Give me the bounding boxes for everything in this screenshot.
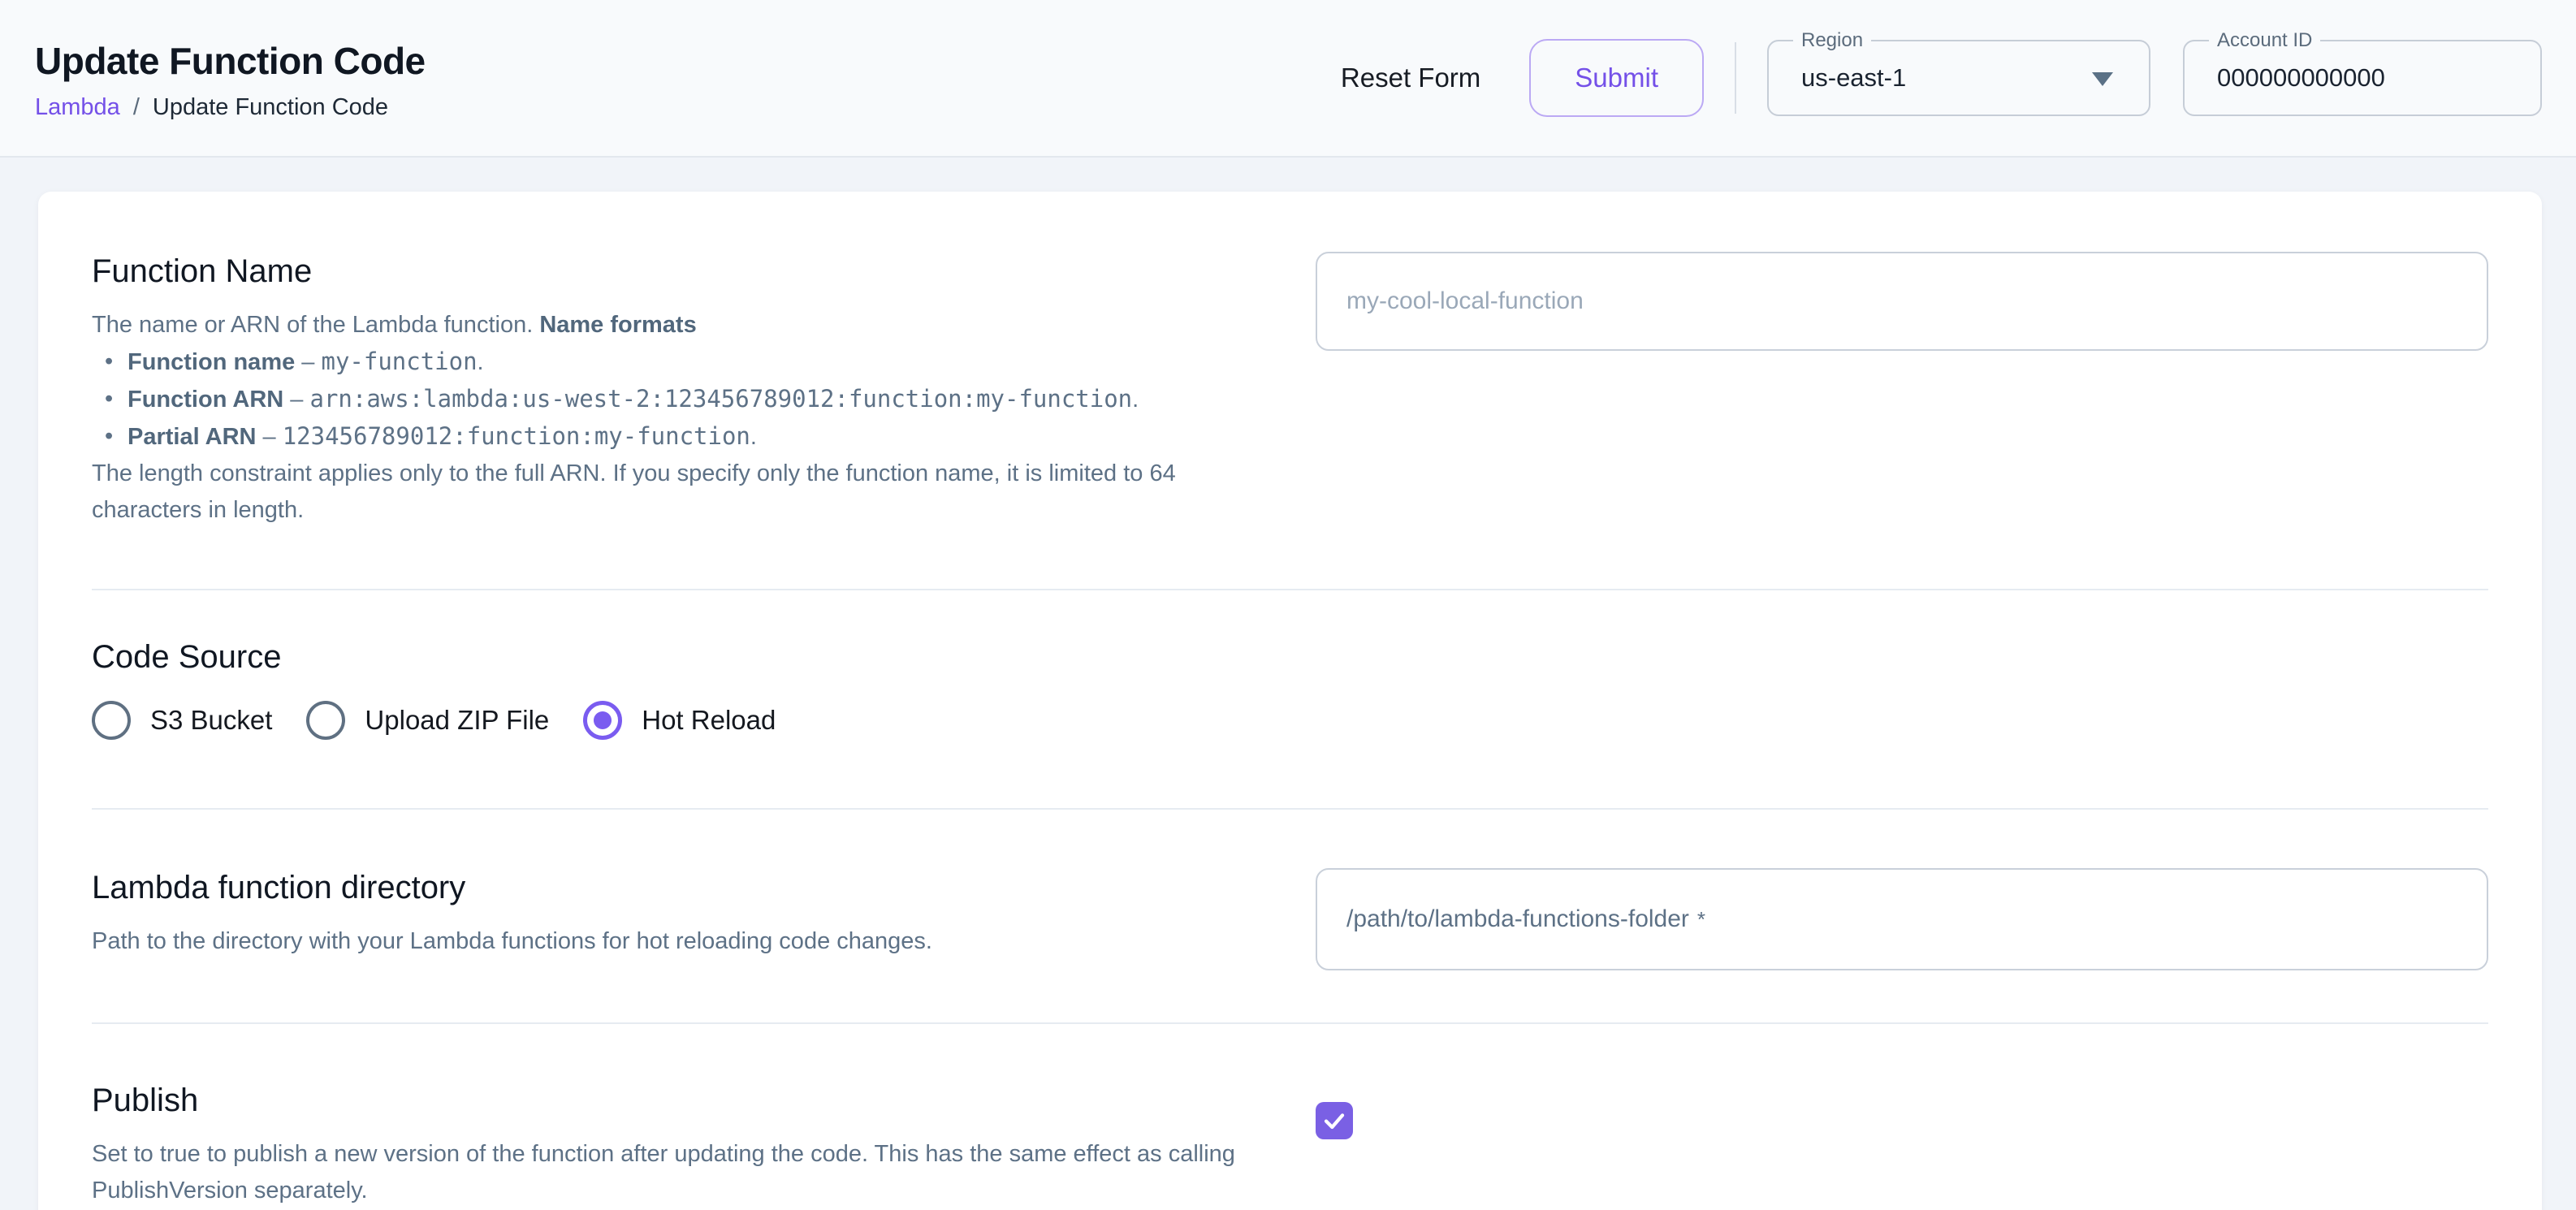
list-item: Partial ARN – 123456789012:function:my-f… [92, 418, 1237, 456]
publish-checkbox[interactable] [1316, 1102, 1353, 1139]
code-source-radio-group: S3 Bucket Upload ZIP File Hot Reload [92, 701, 2488, 740]
page-header: Update Function Code Lambda / Update Fun… [0, 0, 2576, 158]
code-source-info: Code Source S3 Bucket Upload ZIP File Ho… [92, 637, 2488, 740]
breadcrumb-separator: / [133, 94, 140, 121]
function-name-input-area [1237, 252, 2488, 529]
name-format-list: Function name – my-function. Function AR… [92, 344, 1237, 456]
submit-button[interactable]: Submit [1529, 39, 1704, 117]
function-name-description: The name or ARN of the Lambda function. … [92, 307, 1237, 529]
required-asterisk: * [1697, 907, 1705, 932]
radio-icon[interactable] [306, 701, 345, 740]
function-name-heading: Function Name [92, 252, 1237, 291]
radio-selected-icon[interactable] [583, 701, 622, 740]
list-item: Function name – my-function. [92, 344, 1237, 381]
desc-outro: The length constraint applies only to th… [92, 460, 1176, 523]
directory-heading: Lambda function directory [92, 868, 1237, 907]
directory-input-value: /path/to/lambda-functions-folder [1346, 905, 1689, 933]
account-id-value: 000000000000 [2185, 63, 2385, 93]
publish-section: Publish Set to true to publish a new ver… [92, 1024, 2488, 1210]
function-name-input[interactable] [1316, 252, 2488, 351]
publish-heading: Publish [92, 1081, 1237, 1120]
directory-description: Path to the directory with your Lambda f… [92, 923, 1237, 960]
directory-section: Lambda function directory Path to the di… [92, 810, 2488, 1024]
chevron-down-icon [2092, 72, 2113, 86]
radio-icon[interactable] [92, 701, 131, 740]
desc-intro: The name or ARN of the Lambda function. [92, 312, 539, 338]
title-block: Update Function Code Lambda / Update Fun… [35, 36, 426, 121]
update-function-code-card: Function Name The name or ARN of the Lam… [38, 192, 2542, 1210]
breadcrumb: Lambda / Update Function Code [35, 94, 426, 121]
radio-s3-bucket[interactable]: S3 Bucket [92, 701, 272, 740]
reset-form-button[interactable]: Reset Form [1318, 46, 1503, 110]
account-id-label: Account ID [2209, 28, 2320, 53]
radio-hot-reload[interactable]: Hot Reload [583, 701, 776, 740]
function-name-section: Function Name The name or ARN of the Lam… [92, 192, 2488, 590]
region-label: Region [1793, 28, 1871, 53]
breadcrumb-lambda-link[interactable]: Lambda [35, 94, 120, 121]
list-item: Function ARN – arn:aws:lambda:us-west-2:… [92, 381, 1237, 418]
header-actions: Reset Form Submit Region us-east-1 Accou… [1318, 39, 2542, 117]
region-select[interactable]: Region us-east-1 [1767, 40, 2150, 116]
directory-info: Lambda function directory Path to the di… [92, 868, 1237, 970]
directory-input-area: /path/to/lambda-functions-folder * [1237, 868, 2488, 970]
radio-upload-zip-file[interactable]: Upload ZIP File [306, 701, 549, 740]
account-id-field[interactable]: Account ID 000000000000 [2183, 40, 2542, 116]
code-source-section: Code Source S3 Bucket Upload ZIP File Ho… [92, 590, 2488, 810]
directory-input[interactable]: /path/to/lambda-functions-folder * [1316, 868, 2488, 970]
function-name-info: Function Name The name or ARN of the Lam… [92, 252, 1237, 529]
publish-info: Publish Set to true to publish a new ver… [92, 1081, 1237, 1209]
page-title: Update Function Code [35, 39, 426, 83]
region-value: us-east-1 [1769, 63, 1906, 93]
desc-intro-bold: Name formats [539, 312, 696, 338]
check-icon [1321, 1108, 1347, 1134]
breadcrumb-current: Update Function Code [153, 94, 388, 121]
publish-checkbox-area [1237, 1081, 2488, 1209]
header-divider [1735, 42, 1736, 114]
code-source-heading: Code Source [92, 637, 2488, 676]
publish-description: Set to true to publish a new version of … [92, 1136, 1237, 1209]
